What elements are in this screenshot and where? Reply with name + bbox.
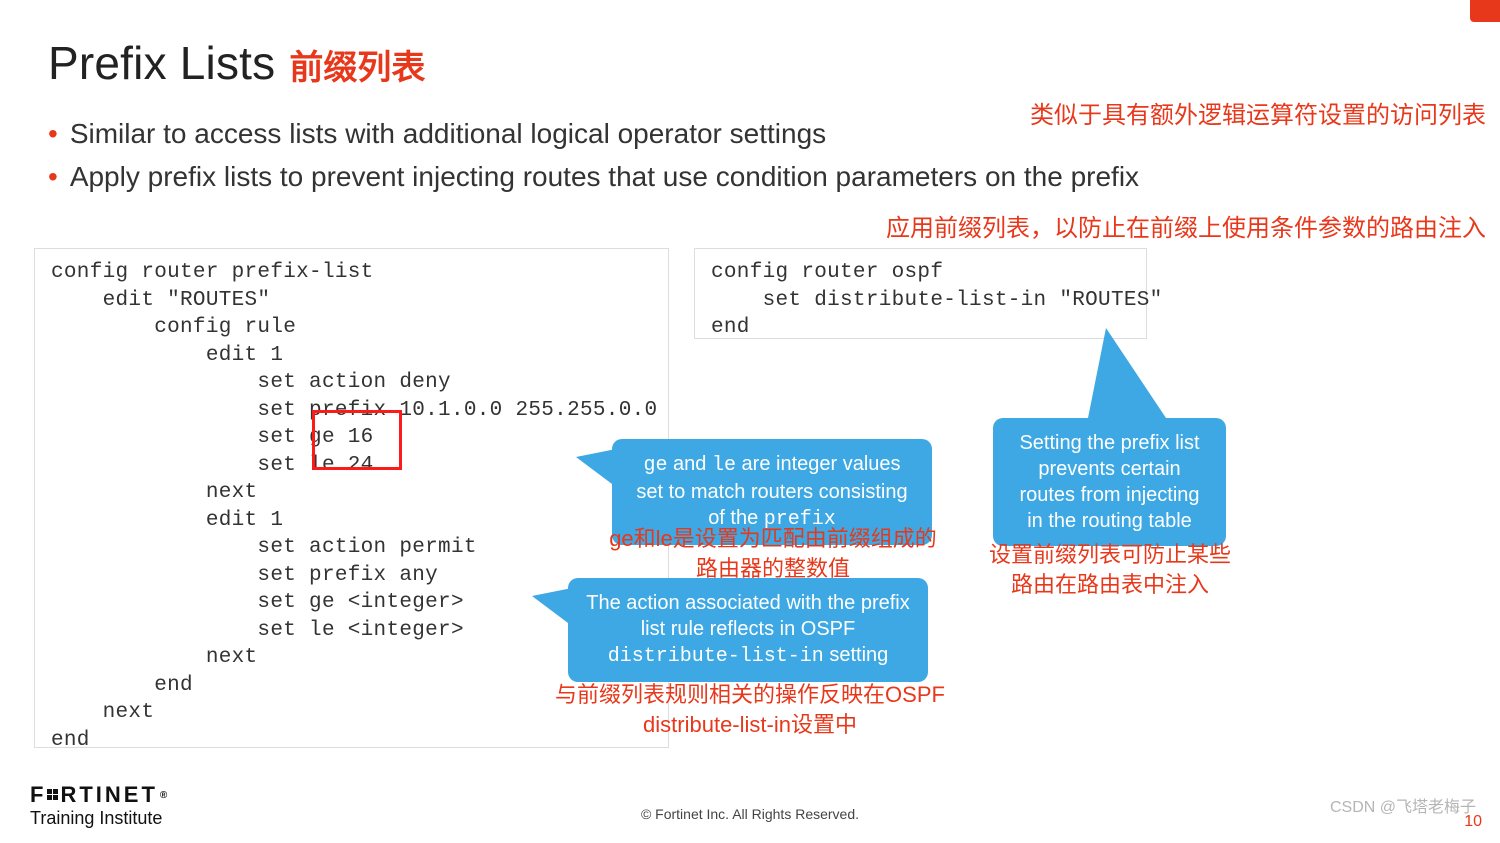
watermark-text: CSDN @飞塔老梅子 <box>1330 793 1476 817</box>
callout-setting: Setting the prefix list prevents certain… <box>993 418 1226 546</box>
page-title-zh: 前缀列表 <box>289 40 425 89</box>
red-note-2: 与前缀列表规则相关的操作反映在OSPFdistribute-list-in设置中 <box>550 680 950 739</box>
logo-o-icon <box>46 788 60 802</box>
bullet-dot-icon: • <box>48 112 58 155</box>
callout-text: and <box>667 453 711 475</box>
mono-distribute: distribute-list-in <box>608 645 824 668</box>
callout-text: setting <box>824 644 888 666</box>
mono-ge: ge <box>643 454 667 477</box>
callout-action: The action associated with the prefix li… <box>568 578 928 682</box>
brand-logo: FRTINET® Training Institute <box>30 782 170 829</box>
red-note-3: 设置前缀列表可防止某些路由在路由表中注入 <box>980 540 1240 599</box>
bullet-dot-icon: • <box>48 155 58 198</box>
highlight-ge-le <box>312 410 402 470</box>
mono-le: le <box>712 454 736 477</box>
bullet-text: Apply prefix lists to prevent injecting … <box>70 155 1139 198</box>
red-note-1: ge和le是设置为匹配由前缀组成的路由器的整数值 <box>588 524 958 583</box>
page-title: Prefix Lists <box>48 36 275 90</box>
callout-text: Setting the prefix list prevents certain… <box>1019 432 1199 532</box>
bullet-item: • Apply prefix lists to prevent injectin… <box>48 155 1452 198</box>
brand-main: FRTINET® <box>30 782 170 808</box>
annotation-right-2: 应用前缀列表，以防止在前缀上使用条件参数的路由注入 <box>886 208 1486 243</box>
code-block-ospf: config router ospf set distribute-list-i… <box>694 248 1147 339</box>
callout-text: The action associated with the prefix li… <box>586 592 910 640</box>
registered-icon: ® <box>160 790 170 801</box>
title-row: Prefix Lists 前缀列表 <box>48 36 1452 90</box>
code-text: config router ospf set distribute-list-i… <box>711 259 1130 342</box>
copyright-text: © Fortinet Inc. All Rights Reserved. <box>641 806 859 822</box>
bullet-text: Similar to access lists with additional … <box>70 112 826 155</box>
footer: © Fortinet Inc. All Rights Reserved. <box>0 785 1500 843</box>
slide-body: Prefix Lists 前缀列表 • Similar to access li… <box>0 0 1500 843</box>
brand-sub: Training Institute <box>30 808 170 829</box>
annotation-right-1: 类似于具有额外逻辑运算符设置的访问列表 <box>1030 95 1486 130</box>
